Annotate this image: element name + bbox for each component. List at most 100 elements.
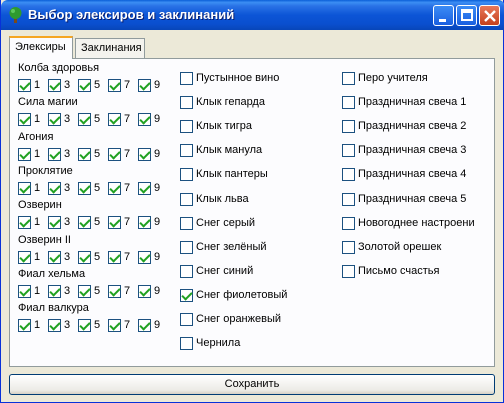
elixir-level-label: 9 — [154, 319, 161, 331]
checkbox-box[interactable] — [108, 216, 121, 229]
checkbox-box[interactable] — [180, 72, 193, 85]
elixir-level-label: 1 — [34, 216, 41, 228]
checkbox-box[interactable] — [108, 251, 121, 264]
item-label: Клык манула — [196, 144, 263, 156]
checkbox-box[interactable] — [18, 216, 31, 229]
elixir-level-label: 7 — [124, 319, 131, 331]
elixir-level-label: 7 — [124, 79, 131, 91]
checkbox-box[interactable] — [138, 148, 151, 161]
checkbox-box[interactable] — [180, 120, 193, 133]
checkbox-box[interactable] — [138, 182, 151, 195]
close-button[interactable] — [479, 5, 500, 26]
checkbox-box[interactable] — [108, 148, 121, 161]
checkbox-box[interactable] — [18, 113, 31, 126]
checkbox-box[interactable] — [180, 241, 193, 254]
checkbox-box[interactable] — [108, 79, 121, 92]
checkbox-box[interactable] — [78, 251, 91, 264]
checkbox-box[interactable] — [180, 313, 193, 326]
save-button[interactable]: Сохранить — [9, 374, 495, 395]
elixir-group-title: Озверин II — [18, 234, 71, 246]
checkbox-box[interactable] — [180, 337, 193, 350]
minimize-button[interactable] — [433, 5, 454, 26]
elixir-level-label: 7 — [124, 148, 131, 160]
checkbox-box[interactable] — [138, 113, 151, 126]
checkbox-box[interactable] — [108, 182, 121, 195]
checkbox-box[interactable] — [180, 265, 193, 278]
checkbox-box[interactable] — [342, 265, 355, 278]
minimize-icon — [439, 19, 446, 22]
elixir-level-label: 1 — [34, 182, 41, 194]
checkbox-box[interactable] — [180, 193, 193, 206]
checkbox-box[interactable] — [342, 96, 355, 109]
checkbox-box[interactable] — [78, 216, 91, 229]
elixir-level-label: 7 — [124, 216, 131, 228]
elixir-group-title: Сила магии — [18, 96, 78, 108]
elixir-level-label: 3 — [64, 285, 71, 297]
checkbox-box[interactable] — [180, 96, 193, 109]
checkbox-box[interactable] — [180, 168, 193, 181]
elixir-level-label: 9 — [154, 216, 161, 228]
maximize-button[interactable] — [456, 5, 477, 26]
checkbox-box[interactable] — [342, 72, 355, 85]
checkbox-box[interactable] — [48, 113, 61, 126]
checkbox-box[interactable] — [48, 216, 61, 229]
checkbox-box[interactable] — [138, 319, 151, 332]
checkbox-box[interactable] — [180, 144, 193, 157]
checkbox-box[interactable] — [342, 241, 355, 254]
checkbox-box[interactable] — [138, 285, 151, 298]
checkbox-box[interactable] — [48, 251, 61, 264]
checkbox-box[interactable] — [48, 79, 61, 92]
elixir-level-label: 9 — [154, 113, 161, 125]
checkbox-box[interactable] — [138, 79, 151, 92]
item-label: Золотой орешек — [358, 241, 442, 253]
elixir-level-label: 7 — [124, 251, 131, 263]
checkbox-box[interactable] — [48, 182, 61, 195]
item-label: Новогоднее настроени — [358, 217, 474, 229]
checkbox-box[interactable] — [180, 289, 193, 302]
checkbox-box[interactable] — [138, 251, 151, 264]
checkbox-box[interactable] — [78, 285, 91, 298]
checkbox-box[interactable] — [108, 113, 121, 126]
checkbox-box[interactable] — [342, 217, 355, 230]
checkbox-box[interactable] — [48, 319, 61, 332]
checkbox-box[interactable] — [78, 319, 91, 332]
elixir-level-label: 3 — [64, 79, 71, 91]
elixir-level-label: 1 — [34, 251, 41, 263]
checkbox-box[interactable] — [342, 120, 355, 133]
elixir-group-title: Озверин — [18, 199, 62, 211]
checkbox-box[interactable] — [342, 144, 355, 157]
elixir-level-label: 9 — [154, 251, 161, 263]
item-label: Праздничная свеча 4 — [358, 168, 467, 180]
checkbox-box[interactable] — [18, 251, 31, 264]
checkbox-box[interactable] — [108, 319, 121, 332]
item-label: Снег фиолетовый — [196, 289, 288, 301]
elixir-level-label: 5 — [94, 216, 101, 228]
tab-elixirs[interactable]: Элексиры — [9, 36, 73, 59]
checkbox-box[interactable] — [48, 285, 61, 298]
checkbox-box[interactable] — [342, 193, 355, 206]
elixir-level-label: 9 — [154, 148, 161, 160]
checkbox-box[interactable] — [48, 148, 61, 161]
checkbox-box[interactable] — [18, 182, 31, 195]
checkbox-box[interactable] — [18, 285, 31, 298]
elixir-group-title: Фиал хельма — [18, 268, 86, 280]
elixir-level-label: 7 — [124, 285, 131, 297]
item-label: Праздничная свеча 5 — [358, 193, 467, 205]
checkbox-box[interactable] — [18, 79, 31, 92]
checkbox-box[interactable] — [108, 285, 121, 298]
checkbox-box[interactable] — [18, 148, 31, 161]
checkbox-box[interactable] — [180, 217, 193, 230]
checkbox-box[interactable] — [342, 168, 355, 181]
checkbox-box[interactable] — [78, 182, 91, 195]
checkbox-box[interactable] — [78, 113, 91, 126]
item-label: Письмо счастья — [358, 265, 440, 277]
elixir-level-label: 3 — [64, 251, 71, 263]
checkbox-box[interactable] — [78, 148, 91, 161]
checkbox-box[interactable] — [78, 79, 91, 92]
elixir-level-label: 1 — [34, 79, 41, 91]
checkbox-box[interactable] — [138, 216, 151, 229]
tab-spells[interactable]: Заклинания — [75, 38, 145, 58]
title-bar[interactable]: Выбор элексиров и заклинаний — [1, 0, 504, 30]
item-label: Снег серый — [196, 217, 255, 229]
checkbox-box[interactable] — [18, 319, 31, 332]
